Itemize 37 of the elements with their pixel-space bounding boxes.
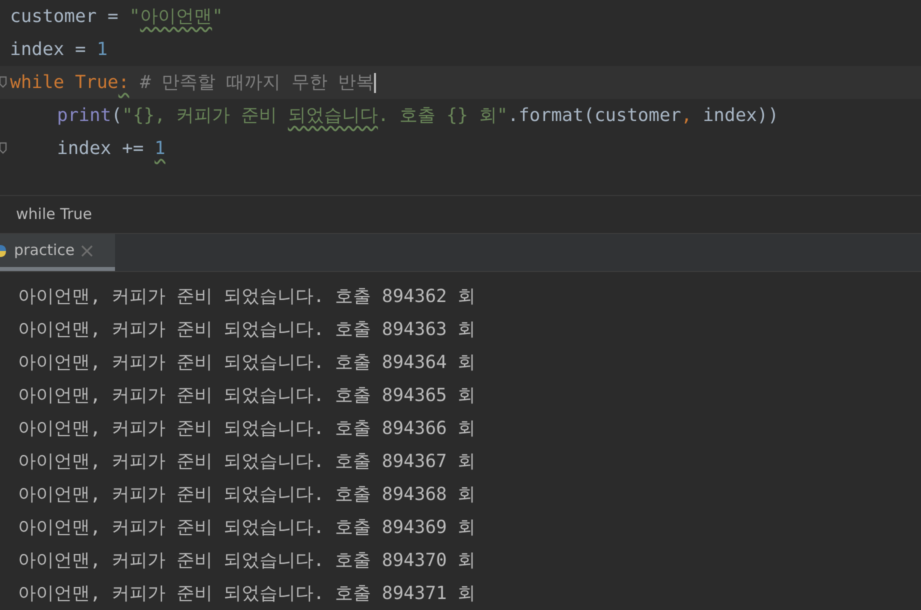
code-token: index)) [702,105,779,126]
console-line: 아이언맨, 커피가 준비 되었습니다. 호출 894365 회 [18,384,477,408]
code-token: : [118,72,130,93]
code-token: 아이언맨 [140,6,212,27]
code-token: index += [57,138,145,159]
code-token: . 호출 {} 회" [378,105,508,126]
code-token: " [212,6,223,27]
console-line: 아이언맨, 커피가 준비 되었습니다. 호출 894370 회 [18,549,477,573]
python-icon [0,242,8,259]
code-token: print [57,105,112,126]
console-line: 아이언맨, 커피가 준비 되었습니다. 호출 894368 회 [18,483,477,507]
fold-marker-icon[interactable] [0,142,8,154]
code-token: 1 [96,39,108,60]
breadcrumb[interactable]: while True [16,203,92,226]
code-token: while True [10,72,118,93]
console-line: 아이언맨, 커피가 준비 되었습니다. 호출 894364 회 [18,351,477,375]
console-line: 아이언맨, 커피가 준비 되었습니다. 호출 894369 회 [18,516,477,540]
fold-marker-icon[interactable] [0,76,8,88]
code-token: customer = [10,6,120,27]
code-token: " [129,6,140,27]
close-icon[interactable] [80,244,93,257]
code-token: 되었습니다 [288,105,378,126]
tab-label: practice [14,240,75,262]
code-token: .format(customer [508,105,682,126]
code-token: "{}, 커피가 준비 [122,105,278,126]
code-token: ( [111,105,122,126]
code-token: index = [10,39,87,60]
code-token: , [681,105,692,126]
console-line: 아이언맨, 커피가 준비 되었습니다. 호출 894367 회 [18,450,477,474]
code-token: # 만족할 때까지 무한 반복 [139,72,374,93]
console-line: 아이언맨, 커피가 준비 되었습니다. 호출 894366 회 [18,417,477,441]
text-cursor [374,73,376,94]
run-tab[interactable]: practice [0,234,115,271]
console-line: 아이언맨, 커피가 준비 되었습니다. 호출 894363 회 [18,318,477,342]
console-line: 아이언맨, 커피가 준비 되었습니다. 호출 894362 회 [18,285,477,309]
code-token: 1 [154,138,166,159]
console-line: 아이언맨, 커피가 준비 되었습니다. 호출 894371 회 [18,582,477,606]
